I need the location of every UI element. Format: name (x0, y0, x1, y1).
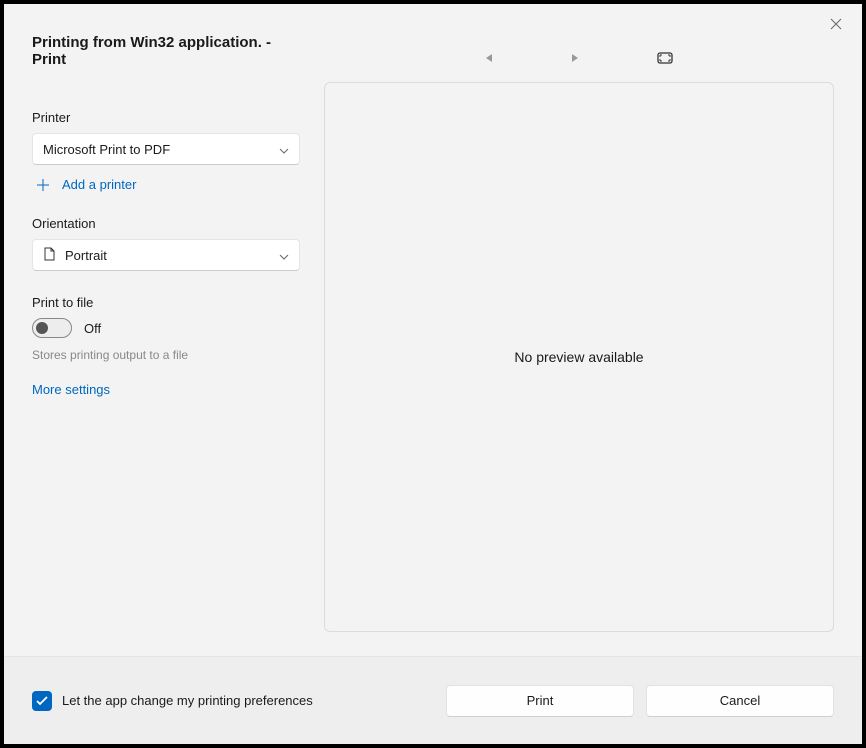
print-to-file-toggle[interactable] (32, 318, 72, 338)
more-settings-link[interactable]: More settings (32, 382, 300, 397)
close-icon (830, 18, 842, 30)
printer-label: Printer (32, 110, 300, 125)
chevron-down-icon (279, 142, 289, 157)
dialog-title: Printing from Win32 application. - Print (32, 34, 300, 68)
preferences-checkbox-row: Let the app change my printing preferenc… (32, 691, 446, 711)
toggle-knob (36, 322, 48, 334)
preview-next-button[interactable] (571, 53, 579, 63)
preview-nav (324, 34, 834, 82)
fit-page-icon (657, 52, 673, 64)
orientation-label: Orientation (32, 216, 300, 231)
print-to-file-row: Off (32, 318, 300, 338)
preview-fit-button[interactable] (657, 52, 673, 64)
print-button-label: Print (527, 693, 554, 708)
cancel-button-label: Cancel (720, 693, 760, 708)
preferences-checkbox[interactable] (32, 691, 52, 711)
plus-icon (36, 178, 50, 192)
preview-panel: No preview available (324, 34, 834, 636)
print-button[interactable]: Print (446, 685, 634, 717)
printer-dropdown[interactable]: Microsoft Print to PDF (32, 133, 300, 165)
preview-prev-button[interactable] (485, 53, 493, 63)
footer-buttons: Print Cancel (446, 685, 834, 717)
preferences-checkbox-label: Let the app change my printing preferenc… (62, 693, 313, 708)
printer-selected-value: Microsoft Print to PDF (43, 142, 170, 157)
footer-bar: Let the app change my printing preferenc… (4, 656, 862, 744)
add-printer-label: Add a printer (62, 177, 136, 192)
triangle-right-icon (571, 53, 579, 63)
triangle-left-icon (485, 53, 493, 63)
orientation-selected-value: Portrait (65, 248, 107, 263)
portrait-icon (43, 247, 55, 264)
printer-field: Printer Microsoft Print to PDF Add a pri… (32, 110, 300, 192)
cancel-button[interactable]: Cancel (646, 685, 834, 717)
toggle-state-label: Off (84, 321, 101, 336)
orientation-field: Orientation Portrait (32, 216, 300, 271)
chevron-down-icon (279, 248, 289, 263)
print-to-file-field: Print to file Off Stores printing output… (32, 295, 300, 362)
print-dialog: Printing from Win32 application. - Print… (4, 4, 862, 744)
add-printer-link[interactable]: Add a printer (32, 177, 300, 192)
print-to-file-label: Print to file (32, 295, 300, 310)
preview-area: No preview available (324, 82, 834, 632)
print-to-file-hint: Stores printing output to a file (32, 348, 300, 362)
preview-message: No preview available (514, 349, 643, 365)
settings-panel: Printing from Win32 application. - Print… (32, 34, 300, 636)
close-button[interactable] (828, 16, 844, 32)
content-area: Printing from Win32 application. - Print… (4, 4, 862, 656)
orientation-dropdown[interactable]: Portrait (32, 239, 300, 271)
checkmark-icon (36, 696, 48, 706)
